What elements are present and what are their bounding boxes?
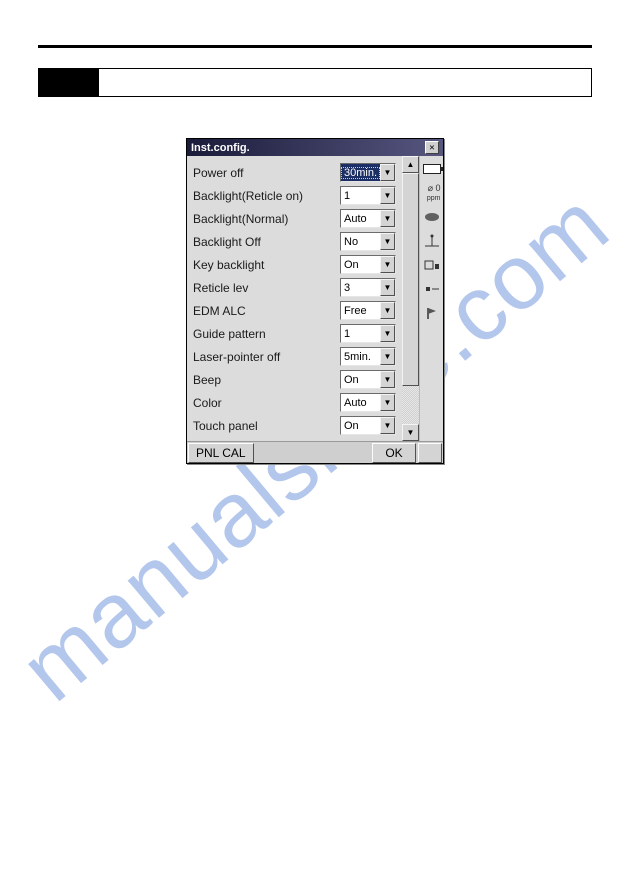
flag-icon[interactable]	[422, 304, 442, 322]
row-touch-panel: Touch panel On ▼	[193, 414, 396, 437]
ok-button[interactable]: OK	[372, 443, 416, 463]
row-laser-pointer-off: Laser-pointer off 5min. ▼	[193, 345, 396, 368]
chevron-down-icon: ▼	[380, 187, 395, 204]
titlebar: Inst.config. ✕	[187, 139, 443, 156]
dropdown-laser-pointer-off[interactable]: 5min. ▼	[340, 347, 396, 366]
scroll-down-button[interactable]: ▼	[402, 424, 419, 441]
compensator-icon[interactable]	[422, 256, 442, 274]
chevron-down-icon: ▼	[380, 394, 395, 411]
row-color: Color Auto ▼	[193, 391, 396, 414]
chevron-down-icon: ▼	[380, 164, 395, 181]
scrollbar[interactable]: ▲ ▼	[402, 156, 419, 441]
battery-icon[interactable]	[422, 160, 442, 178]
dropdown-touch-panel[interactable]: On ▼	[340, 416, 396, 435]
chevron-down-icon: ▼	[380, 371, 395, 388]
blank-button[interactable]	[418, 443, 442, 463]
close-icon: ✕	[429, 143, 434, 153]
chevron-down-icon: ▼	[380, 325, 395, 342]
label-guide-pattern: Guide pattern	[193, 327, 340, 341]
value-edm-alc: Free	[341, 305, 380, 317]
close-button[interactable]: ✕	[425, 141, 439, 154]
scroll-thumb[interactable]	[402, 173, 419, 386]
dropdown-backlight-reticle-on[interactable]: 1 ▼	[340, 186, 396, 205]
value-backlight-reticle-on: 1	[341, 190, 380, 202]
dropdown-edm-alc[interactable]: Free ▼	[340, 301, 396, 320]
row-beep: Beep On ▼	[193, 368, 396, 391]
page-banner	[38, 68, 592, 97]
chevron-down-icon: ▼	[380, 233, 395, 250]
ppm-readout: ⌀ 0 ppm	[423, 184, 441, 202]
dialog-body: Power off 30min. ▼ Backlight(Reticle on)…	[187, 156, 443, 441]
target-icon[interactable]	[422, 208, 442, 226]
label-edm-alc: EDM ALC	[193, 304, 340, 318]
dialog-title: Inst.config.	[191, 142, 425, 154]
value-guide-pattern: 1	[341, 328, 380, 340]
row-guide-pattern: Guide pattern 1 ▼	[193, 322, 396, 345]
label-beep: Beep	[193, 373, 340, 387]
label-backlight-normal: Backlight(Normal)	[193, 212, 340, 226]
label-color: Color	[193, 396, 340, 410]
label-reticle-lev: Reticle lev	[193, 281, 340, 295]
dropdown-key-backlight[interactable]: On ▼	[340, 255, 396, 274]
chevron-down-icon: ▼	[380, 279, 395, 296]
chevron-down-icon: ▼	[380, 417, 395, 434]
row-reticle-lev: Reticle lev 3 ▼	[193, 276, 396, 299]
value-backlight-off: No	[341, 236, 380, 248]
dropdown-backlight-off[interactable]: No ▼	[340, 232, 396, 251]
chevron-down-icon: ▼	[380, 256, 395, 273]
value-laser-pointer-off: 5min.	[341, 351, 380, 363]
scroll-track[interactable]	[402, 173, 419, 424]
label-backlight-reticle-on: Backlight(Reticle on)	[193, 189, 340, 203]
label-laser-pointer-off: Laser-pointer off	[193, 350, 340, 364]
value-beep: On	[341, 374, 380, 386]
settings-column: Power off 30min. ▼ Backlight(Reticle on)…	[187, 156, 402, 441]
row-edm-alc: EDM ALC Free ▼	[193, 299, 396, 322]
value-reticle-lev: 3	[341, 282, 380, 294]
button-bar: PNL CAL OK	[187, 441, 443, 463]
value-touch-panel: On	[341, 420, 380, 432]
chevron-up-icon: ▲	[407, 160, 415, 169]
scroll-up-button[interactable]: ▲	[402, 156, 419, 173]
chevron-down-icon: ▼	[380, 302, 395, 319]
pnl-cal-button[interactable]: PNL CAL	[188, 443, 254, 463]
dropdown-reticle-lev[interactable]: 3 ▼	[340, 278, 396, 297]
dropdown-backlight-normal[interactable]: Auto ▼	[340, 209, 396, 228]
dropdown-beep[interactable]: On ▼	[340, 370, 396, 389]
dropdown-guide-pattern[interactable]: 1 ▼	[340, 324, 396, 343]
value-color: Auto	[341, 397, 380, 409]
chevron-down-icon: ▼	[407, 428, 415, 437]
status-icon-column: ⌀ 0 ppm	[419, 156, 443, 441]
label-touch-panel: Touch panel	[193, 419, 340, 433]
tilt-icon[interactable]	[422, 232, 442, 250]
page-rule	[38, 45, 592, 48]
dropdown-power-off[interactable]: 30min. ▼	[340, 163, 396, 182]
label-backlight-off: Backlight Off	[193, 235, 340, 249]
value-power-off: 30min.	[341, 167, 380, 179]
laser-icon[interactable]	[422, 280, 442, 298]
button-spacer	[255, 442, 371, 463]
row-backlight-normal: Backlight(Normal) Auto ▼	[193, 207, 396, 230]
dropdown-color[interactable]: Auto ▼	[340, 393, 396, 412]
banner-accent	[39, 69, 99, 96]
row-backlight-off: Backlight Off No ▼	[193, 230, 396, 253]
row-backlight-reticle-on: Backlight(Reticle on) 1 ▼	[193, 184, 396, 207]
row-key-backlight: Key backlight On ▼	[193, 253, 396, 276]
label-power-off: Power off	[193, 166, 340, 180]
row-power-off: Power off 30min. ▼	[193, 161, 396, 184]
label-key-backlight: Key backlight	[193, 258, 340, 272]
value-backlight-normal: Auto	[341, 213, 380, 225]
inst-config-dialog: Inst.config. ✕ Power off 30min. ▼ Backli…	[186, 138, 444, 464]
value-key-backlight: On	[341, 259, 380, 271]
chevron-down-icon: ▼	[380, 348, 395, 365]
chevron-down-icon: ▼	[380, 210, 395, 227]
